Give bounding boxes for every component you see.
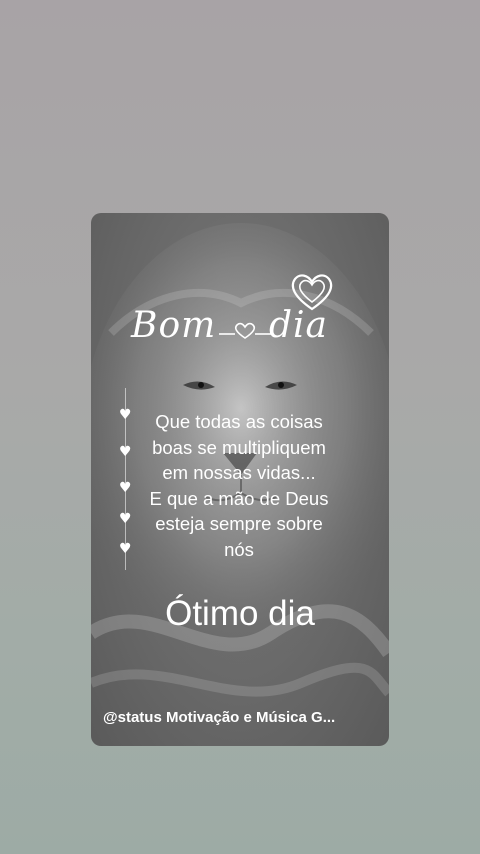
status-card[interactable]: Bom dia ♥ ♥ ♥ ♥ ♥ Que todas as coisas bo…: [91, 213, 389, 746]
quote-line: E que a mão de Deus: [149, 487, 329, 509]
heart-icon: ♥: [119, 407, 132, 423]
greeting-word-dia: dia: [269, 305, 329, 346]
greeting-title: Bom dia: [131, 305, 361, 346]
heart-icon: ♥: [119, 444, 132, 460]
quote-text: Que todas as coisas boas se multipliquem…: [139, 409, 339, 562]
heart-icon: ♥: [119, 480, 132, 496]
greeting-word-bom: Bom: [131, 305, 217, 346]
heart-divider-icon: [219, 322, 271, 339]
closing-text: Ótimo dia: [165, 594, 315, 633]
channel-name-link[interactable]: @status Motivação e Música G...: [103, 709, 377, 726]
quote-line: esteja sempre sobre: [155, 513, 323, 534]
quote-line: nós: [224, 538, 254, 560]
heart-icon: ♥: [119, 511, 132, 527]
heart-icon: ♥: [119, 541, 132, 557]
quote-line: Que todas as coisas: [155, 411, 323, 432]
quote-line: em nossas vidas...: [162, 462, 316, 483]
quote-line: boas se multipliquem: [152, 436, 326, 458]
